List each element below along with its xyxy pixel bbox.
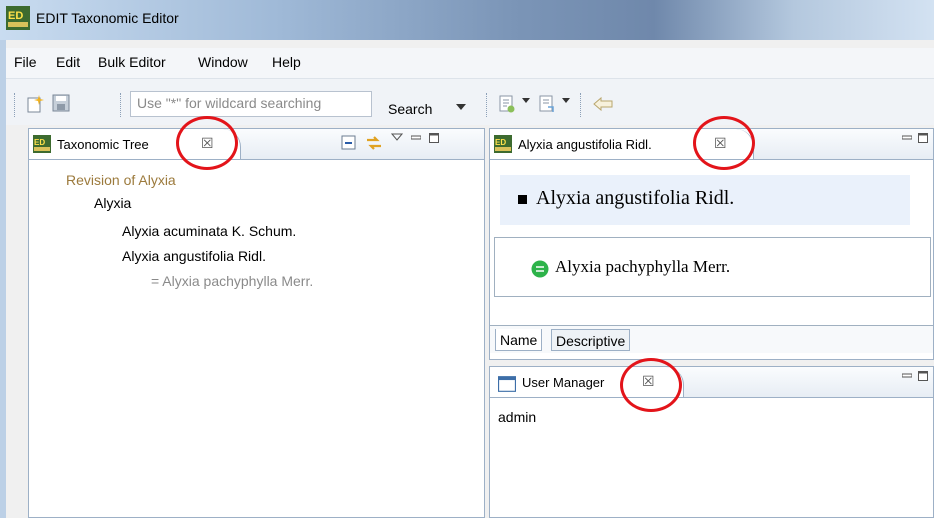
- save-icon[interactable]: [52, 94, 70, 112]
- maximize-icon[interactable]: [918, 133, 928, 143]
- highlight-circle: [176, 116, 238, 170]
- toolbar-grip[interactable]: [580, 93, 583, 117]
- svg-text:ED: ED: [495, 138, 506, 147]
- tree-item-taxon[interactable]: Alyxia angustifolia Ridl.: [122, 248, 266, 264]
- link-with-editor-icon[interactable]: [365, 135, 383, 151]
- tab-label: User Manager: [522, 375, 605, 390]
- collapse-all-icon[interactable]: [341, 135, 357, 151]
- menu-window[interactable]: Window: [198, 54, 248, 70]
- user-list-item[interactable]: admin: [498, 409, 536, 425]
- minimize-icon[interactable]: [902, 371, 912, 381]
- new-item-icon[interactable]: [538, 94, 556, 114]
- tab-name[interactable]: Name: [495, 329, 543, 351]
- edit-app-icon: ED: [6, 6, 30, 30]
- highlight-circle: [693, 116, 755, 170]
- search-dropdown-arrow-icon[interactable]: [456, 104, 466, 110]
- dropdown-arrow-icon[interactable]: [522, 98, 530, 103]
- new-taxon-icon[interactable]: [498, 94, 516, 114]
- accepted-name-container: Alyxia angustifolia Ridl.: [500, 175, 910, 225]
- synonym-container: Alyxia pachyphylla Merr.: [494, 237, 931, 297]
- search-input[interactable]: Use "*" for wildcard searching: [130, 91, 372, 117]
- tab-label: Alyxia angustifolia Ridl.: [518, 137, 652, 152]
- accepted-name-field[interactable]: Alyxia angustifolia Ridl.: [536, 187, 734, 210]
- toolbar-grip[interactable]: [14, 93, 17, 117]
- highlight-circle: [620, 358, 682, 412]
- view-menu-icon[interactable]: [391, 133, 403, 143]
- taxonomic-tree-tabstrip: ED Taxonomic Tree ☒: [29, 129, 484, 160]
- svg-text:ED: ED: [8, 10, 23, 22]
- edit-app-icon: ED: [494, 135, 512, 153]
- maximize-icon[interactable]: [429, 133, 439, 143]
- edit-app-icon: ED: [33, 135, 51, 153]
- synonym-name-field[interactable]: Alyxia pachyphylla Merr.: [555, 257, 730, 277]
- user-manager-tabstrip: User Manager ☒: [490, 367, 933, 398]
- menu-edit[interactable]: Edit: [56, 54, 80, 70]
- search-button[interactable]: Search: [388, 101, 432, 117]
- dropdown-arrow-icon[interactable]: [562, 98, 570, 103]
- toolbar-grip[interactable]: [120, 93, 123, 117]
- taxonomic-tree-panel: ED Taxonomic Tree ☒ Revision of Alyxia A…: [28, 128, 485, 518]
- menu-file[interactable]: File: [14, 54, 37, 70]
- accepted-name-bullet-icon: [518, 195, 527, 204]
- tree-item-taxon[interactable]: Alyxia acuminata K. Schum.: [122, 223, 296, 239]
- homotypic-synonym-icon: [531, 260, 549, 278]
- new-icon[interactable]: [26, 94, 46, 114]
- tab-descriptive[interactable]: Descriptive: [551, 329, 631, 351]
- tab-label: Taxonomic Tree: [57, 137, 149, 152]
- minimize-icon[interactable]: [411, 133, 421, 143]
- view-window-icon: [498, 376, 516, 392]
- maximize-icon[interactable]: [918, 371, 928, 381]
- window-title: EDIT Taxonomic Editor: [36, 10, 179, 26]
- back-arrow-icon[interactable]: [592, 96, 616, 112]
- minimize-icon[interactable]: [902, 133, 912, 143]
- editor-page-tabs: Name Descriptive: [490, 325, 933, 353]
- user-manager-panel: User Manager ☒ admin: [489, 366, 934, 518]
- tree-item-taxon[interactable]: Alyxia: [94, 195, 131, 211]
- menu-help[interactable]: Help: [272, 54, 301, 70]
- tree-item-synonym[interactable]: = Alyxia pachyphylla Merr.: [151, 273, 313, 289]
- menu-bar: File Edit Bulk Editor Window Help: [6, 48, 934, 79]
- menu-bulk-editor[interactable]: Bulk Editor: [98, 54, 166, 70]
- tree-item-classification[interactable]: Revision of Alyxia: [66, 172, 176, 188]
- toolbar-grip[interactable]: [486, 93, 489, 117]
- svg-text:ED: ED: [34, 138, 45, 147]
